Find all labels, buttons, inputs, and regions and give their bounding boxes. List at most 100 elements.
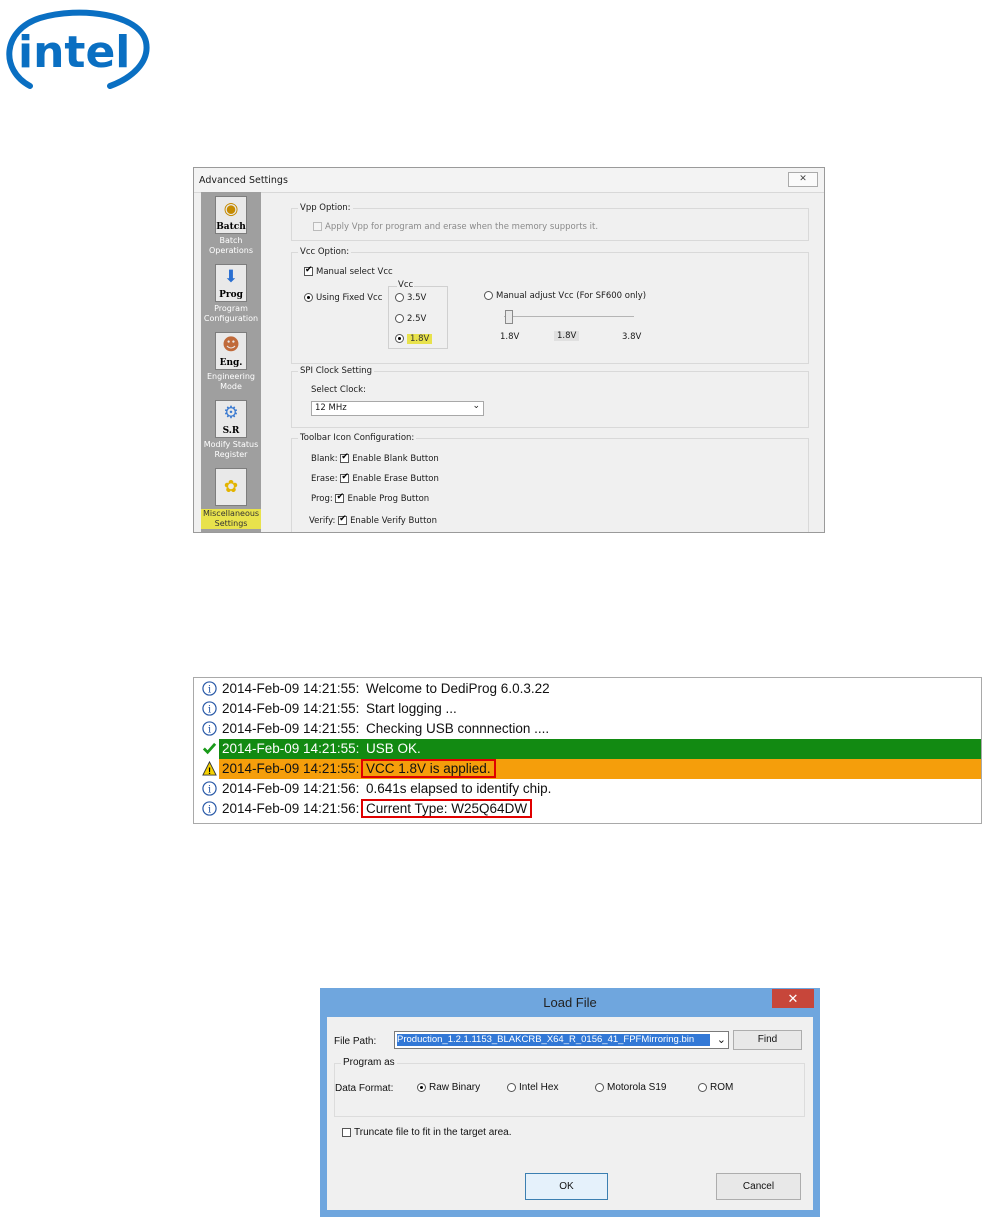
chevron-down-icon: ⌄ [472,401,480,411]
sidebar-item-engineering-mode[interactable]: ☻ Eng. Engineering Mode [201,332,261,392]
load-file-dialog: Load File ✕ File Path: Production_1.2.1.… [320,988,820,1217]
truncate-checkbox[interactable]: Truncate file to fit in the target area. [342,1127,512,1138]
row-label: Enable Verify Button [350,516,438,526]
log-message: VCC 1.8V is applied. [361,759,496,778]
log-message: 0.641s elapsed to identify chip. [366,781,552,796]
info-icon: i [202,701,217,716]
option-label: 1.8V [407,334,433,344]
format-label: Motorola S19 [607,1082,667,1093]
toolbar-legend: Toolbar Icon Configuration: [298,433,417,443]
log-row: i 2014-Feb-09 14:21:55: Welcome to DediP… [194,679,981,699]
vcc-group-label: Vcc [397,280,415,290]
clock-select-value: 12 MHz [315,403,347,413]
slider-value-label: 1.8V [554,331,580,341]
radio-icon [395,314,404,323]
radio-icon [395,293,404,302]
log-timestamp: 2014-Feb-09 14:21:55: [222,721,360,736]
info-icon: i [202,681,217,696]
radio-icon [304,293,313,302]
window-titlebar: Advanced Settings ✕ [194,168,824,193]
vcc-slider-track [504,316,634,317]
file-path-combobox[interactable]: Production_1.2.1.1153_BLAKCRB_X64_R_0156… [394,1031,729,1049]
info-icon: i [202,721,217,736]
checkbox-icon [335,492,345,503]
checkbox-icon [340,472,350,483]
sidebar-item-miscellaneous-settings[interactable]: ✿ Miscellaneous Settings [201,468,262,529]
raw-binary-radio[interactable]: Raw Binary [417,1082,480,1093]
close-icon[interactable]: ✕ [772,989,814,1008]
program-as-group: Program as Data Format: Raw Binary Intel… [334,1057,805,1117]
option-label: 3.5V [407,293,427,303]
chevron-down-icon: ⌄ [716,1034,726,1046]
download-arrow-icon: ⬇ Prog [215,264,247,302]
spi-legend: SPI Clock Setting [298,366,374,376]
radio-icon [395,334,404,343]
vpp-legend: Vpp Option: [298,203,353,213]
intel-logo: intel [0,0,160,110]
data-format-label: Data Format: [335,1083,394,1094]
vcc-slider-thumb[interactable] [505,310,513,324]
log-row: i 2014-Feb-09 14:21:56: 0.641s elapsed t… [194,779,981,799]
manual-select-vcc-checkbox[interactable]: Manual select Vcc [304,265,393,277]
sidebar-item-label: Batch Operations [209,236,253,255]
apply-vpp-label: Apply Vpp for program and erase when the… [325,222,599,232]
log-message: Start logging ... [366,701,457,716]
checkmark-icon [202,742,217,755]
cancel-button[interactable]: Cancel [716,1173,801,1200]
checkbox-icon [338,514,348,525]
advanced-settings-window: Advanced Settings ✕ ◉ Batch Batch Operat… [193,167,825,533]
log-timestamp: 2014-Feb-09 14:21:56: [222,781,360,796]
toolbar-row-erase[interactable]: Erase: Enable Erase Button [311,472,439,484]
apply-vpp-checkbox[interactable]: Apply Vpp for program and erase when the… [313,222,598,232]
rom-radio[interactable]: ROM [698,1082,733,1093]
intel-hex-radio[interactable]: Intel Hex [507,1082,558,1093]
checkbox-icon [304,265,313,276]
vcc-legend: Vcc Option: [298,247,352,257]
close-icon[interactable]: ✕ [788,172,818,187]
using-fixed-vcc-radio[interactable]: Using Fixed Vcc [304,293,382,303]
sidebar-item-program-configuration[interactable]: ⬇ Prog Program Configuration [201,264,261,324]
log-timestamp: 2014-Feb-09 14:21:55: [222,741,360,756]
toolbar-row-verify[interactable]: Verify: Enable Verify Button [309,514,438,526]
svg-text:!: ! [208,766,211,776]
radio-icon [595,1082,604,1092]
find-button[interactable]: Find [733,1030,802,1050]
clock-select[interactable]: 12 MHz ⌄ [311,401,484,416]
slider-max-label: 3.8V [622,332,642,342]
ok-button[interactable]: OK [525,1173,608,1200]
motorola-s19-radio[interactable]: Motorola S19 [595,1082,666,1093]
manual-adjust-vcc-radio[interactable]: Manual adjust Vcc (For SF600 only) [484,291,646,301]
dialog-title: Load File [543,995,597,1010]
toolbar-icon-config-group: Toolbar Icon Configuration: Blank: Enabl… [291,433,809,532]
log-timestamp: 2014-Feb-09 14:21:55: [222,681,360,696]
log-message: Checking USB connnection .... [366,721,550,736]
settings-sidebar: ◉ Batch Batch Operations ⬇ Prog Program … [201,192,262,532]
row-label: Enable Prog Button [347,494,430,504]
svg-text:intel: intel [18,27,130,78]
vcc-1-8v-radio[interactable]: 1.8V [395,334,433,344]
sidebar-item-label: Miscellaneous Settings [201,509,262,529]
radio-icon [698,1082,707,1092]
manual-adjust-vcc-label: Manual adjust Vcc (For SF600 only) [496,291,647,301]
info-icon: i [202,801,217,816]
log-row: i 2014-Feb-09 14:21:56: Current Type: W2… [194,799,981,819]
log-message: Welcome to DediProg 6.0.3.22 [366,681,550,696]
sidebar-item-modify-status-register[interactable]: ⚙ S.R Modify Status Register [201,400,261,460]
log-timestamp: 2014-Feb-09 14:21:56: [222,801,360,816]
checkbox-icon [340,452,350,463]
dialog-body: File Path: Production_1.2.1.1153_BLAKCRB… [327,1017,813,1210]
sidebar-item-batch[interactable]: ◉ Batch Batch Operations [201,196,261,256]
radio-icon [417,1082,426,1092]
row-name: Erase: [311,474,338,484]
row-name: Blank: [311,454,338,464]
file-path-label: File Path: [334,1036,377,1047]
truncate-label: Truncate file to fit in the target area. [354,1127,512,1138]
engineer-person-icon: ☻ Eng. [215,332,247,370]
vcc-2-5v-radio[interactable]: 2.5V [395,314,426,324]
status-register-gear-icon: ⚙ S.R [215,400,247,438]
vcc-fixed-group: Vcc 3.5V 2.5V 1.8V [388,280,448,349]
option-label: 2.5V [407,314,427,324]
vcc-3-5v-radio[interactable]: 3.5V [395,293,426,303]
toolbar-row-blank[interactable]: Blank: Enable Blank Button [311,452,439,464]
toolbar-row-prog[interactable]: Prog: Enable Prog Button [311,492,430,504]
